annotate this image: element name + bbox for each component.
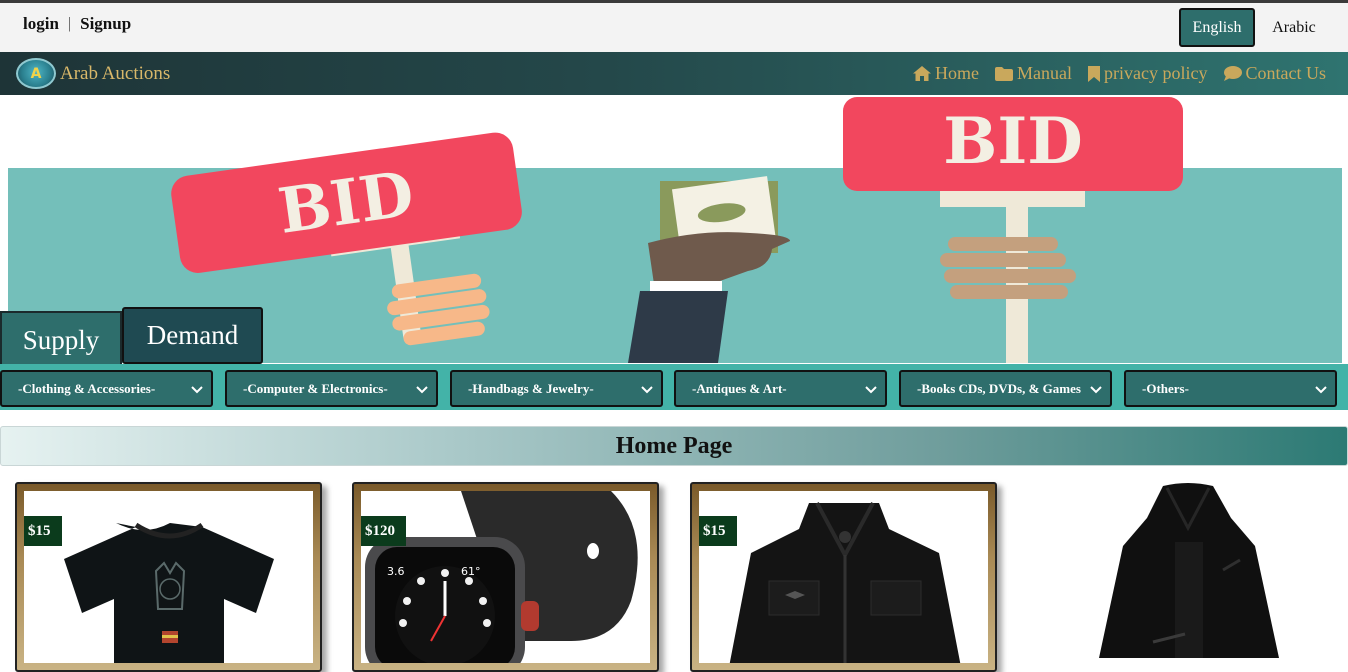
login-link[interactable]: login (23, 14, 59, 34)
chevron-down-icon (641, 383, 653, 399)
category-label: -Computer & Electronics- (243, 380, 388, 396)
category-select-books[interactable]: -Books CDs, DVDs, & Games (899, 370, 1112, 407)
tab-demand[interactable]: Demand (122, 307, 263, 364)
brand-logo-letter: A (30, 65, 42, 82)
folder-icon (995, 66, 1014, 81)
top-bar: login | Signup English Arabic (0, 3, 1348, 52)
nav-item-privacy-label: privacy policy (1104, 63, 1208, 83)
auth-separator: | (67, 15, 72, 32)
product-card[interactable] (1035, 482, 1342, 662)
arabic-button[interactable]: Arabic (1258, 8, 1330, 47)
nav-menu: Home Manual privacy policy Contact Us (913, 63, 1326, 84)
category-bar: -Clothing & Accessories- -Computer & Ele… (0, 364, 1348, 410)
category-label: -Clothing & Accessories- (18, 380, 156, 396)
category-select-antiques[interactable]: -Antiques & Art- (674, 370, 887, 407)
product-image-tshirt (64, 522, 274, 663)
nav-item-home-label: Home (935, 63, 980, 83)
bid-sign-right-text: BID (943, 104, 1083, 179)
bookmark-icon (1088, 65, 1101, 82)
product-card[interactable]: $120 3.6 61° (352, 482, 659, 672)
chevron-down-icon (865, 383, 877, 399)
product-card[interactable]: $15 (15, 482, 322, 672)
nav-item-privacy[interactable]: privacy policy (1088, 63, 1208, 84)
product-card-inner: $120 3.6 61° (361, 491, 650, 663)
auth-links: login | Signup (23, 14, 131, 34)
category-label: -Handbags & Jewelry- (468, 380, 594, 396)
product-card-inner: $15 (699, 491, 988, 663)
brand[interactable]: A Arab Auctions (16, 58, 170, 89)
price-badge: $120 (361, 516, 406, 546)
chevron-down-icon (1315, 383, 1327, 399)
price-badge: $15 (699, 516, 737, 546)
home-icon (913, 66, 932, 81)
nav-item-home[interactable]: Home (913, 63, 979, 84)
chevron-down-icon (1090, 383, 1102, 399)
category-label: -Antiques & Art- (692, 380, 787, 396)
category-select-clothing[interactable]: -Clothing & Accessories- (0, 370, 213, 407)
main-navbar: A Arab Auctions Home Manual privacy poli… (0, 52, 1348, 95)
chevron-down-icon (191, 383, 203, 399)
price-badge: $15 (24, 516, 62, 546)
tab-supply[interactable]: Supply (0, 311, 122, 364)
category-select-others[interactable]: -Others- (1124, 370, 1337, 407)
nav-item-contact-label: Contact Us (1245, 63, 1327, 83)
svg-text:61°: 61° (461, 565, 481, 578)
product-image-jacket (729, 502, 961, 663)
chevron-down-icon (416, 383, 428, 399)
signup-link[interactable]: Signup (80, 14, 131, 34)
category-label: -Others- (1142, 380, 1189, 396)
product-card[interactable]: $15 (690, 482, 997, 672)
category-select-computer[interactable]: -Computer & Electronics- (225, 370, 438, 407)
product-image-coat (1099, 483, 1279, 658)
svg-text:3.6: 3.6 (387, 565, 405, 578)
category-label: -Books CDs, DVDs, & Games (917, 380, 1081, 396)
nav-item-manual[interactable]: Manual (995, 63, 1072, 84)
brand-name: Arab Auctions (60, 62, 171, 84)
page-title-bar: Home Page (0, 426, 1348, 466)
page-title: Home Page (615, 432, 733, 459)
nav-item-contact[interactable]: Contact Us (1223, 63, 1327, 84)
category-select-handbags[interactable]: -Handbags & Jewelry- (450, 370, 663, 407)
english-button[interactable]: English (1179, 8, 1255, 47)
comment-icon (1223, 66, 1242, 81)
nav-item-manual-label: Manual (1017, 63, 1073, 83)
brand-logo: A (16, 58, 56, 89)
product-card-inner: $15 (24, 491, 313, 663)
